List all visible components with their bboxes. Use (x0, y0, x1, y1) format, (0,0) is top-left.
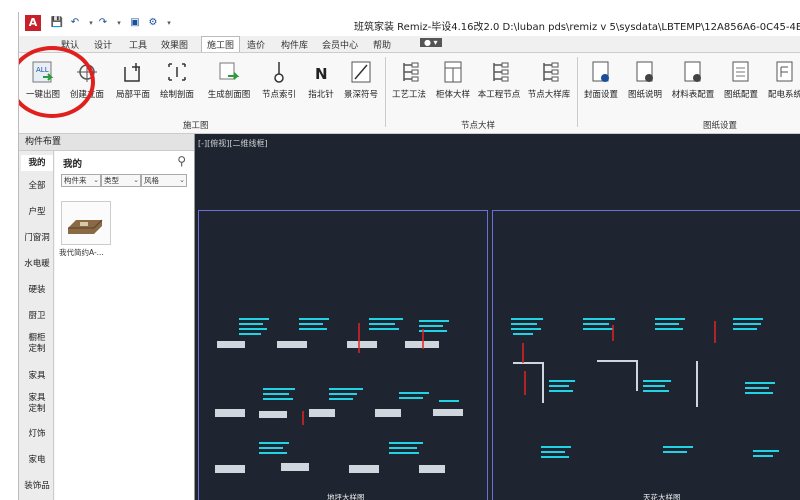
drawing-config-icon (732, 61, 749, 82)
tab-render[interactable]: 效果图 (161, 38, 188, 51)
category-mep[interactable]: 水电暖 (21, 259, 53, 270)
cabinet-detail-icon (444, 61, 462, 83)
undo-icon[interactable]: ↶ (67, 16, 83, 30)
node-index-button[interactable]: 节点索引 (257, 57, 301, 107)
redo-dropdown-icon[interactable]: ▾ (111, 16, 127, 30)
quick-access-dropdown-icon[interactable]: ▾ (161, 16, 177, 30)
search-icon[interactable]: ⚲ (177, 154, 186, 168)
node-detail-library-button[interactable]: 节点大样库 (523, 57, 575, 107)
group-label-construction: 施工图 (183, 121, 209, 131)
chevron-down-icon: ⌄ (93, 176, 99, 184)
process-method-icon (403, 62, 419, 82)
filter-style-select[interactable]: 风格 ⌄ (141, 174, 187, 187)
redo-icon[interactable]: ↷ (95, 16, 111, 30)
drawing-config-button[interactable]: 图纸配置 (719, 57, 763, 107)
palette-title: 构件布置 (19, 134, 194, 151)
tab-tools[interactable]: 工具 (129, 38, 147, 51)
group-label-drawing-settings: 图纸设置 (703, 121, 738, 131)
drawing-notes-icon (636, 61, 653, 82)
category-hard-decor[interactable]: 硬装 (21, 285, 53, 296)
filter-bar: 构件来 ⌄ 类型 ⌄ 风格 ⌄ (61, 174, 187, 187)
category-appliances[interactable]: 家电 (21, 455, 53, 466)
draw-section-icon (168, 63, 186, 81)
chevron-down-icon: ⌄ (179, 176, 185, 184)
material-table-config-icon (684, 61, 701, 82)
tab-design[interactable]: 设计 (94, 38, 112, 51)
save-icon[interactable]: 💾 (49, 16, 65, 30)
north-arrow-button[interactable]: N 指北针 (299, 57, 343, 107)
tab-member-center[interactable]: 会员中心 (322, 38, 358, 51)
window-title: 班筑家装 Remiz-毕设4.16改2.0 D:\luban pds\remiz… (354, 22, 800, 33)
category-doors-windows[interactable]: 门窗洞 (21, 233, 53, 244)
depth-symbol-button[interactable]: 景深符号 (339, 57, 383, 107)
generate-section-drawing-icon (219, 62, 240, 80)
ceiling-detail-drawings (511, 318, 779, 458)
app-window: A 💾 ↶ ▾ ↷ ▾ ▣ ⚙ ▾ 班筑家装 Remiz-毕设4.16改2.0 … (18, 12, 800, 500)
cover-settings-icon (592, 61, 609, 82)
palette-content: 我的 ⚲ 构件来 ⌄ 类型 ⌄ 风格 ⌄ 我代简约A-... (55, 151, 194, 500)
category-lighting[interactable]: 灯饰 (21, 429, 53, 440)
category-decorations[interactable]: 装饰品 (21, 481, 53, 492)
component-name: 我代简约A-... (59, 248, 104, 257)
sheet-caption-floor: 地坪大样图 (327, 493, 365, 500)
ribbon-tabs: 默认 设计 工具 效果图 施工图 造价 构件库 会员中心 帮助 ● ▾ (19, 36, 800, 53)
tab-help[interactable]: 帮助 (373, 38, 391, 51)
ribbon-toggle-icon[interactable]: ● ▾ (420, 38, 442, 47)
category-custom-furniture[interactable]: 家具定制 (26, 393, 48, 415)
node-index-icon (274, 62, 284, 83)
svg-text:N: N (315, 65, 328, 83)
project-node-icon (493, 62, 509, 82)
settings-icon[interactable]: ⚙ (145, 16, 161, 30)
drawing-canvas[interactable]: [-][俯视][二维线框] 地坪大样图 天花大样图 (195, 134, 800, 500)
category-kitchen-bath[interactable]: 厨卫 (21, 311, 53, 322)
power-distribution-icon (776, 61, 793, 82)
filter-type-select[interactable]: 类型 ⌄ (101, 174, 141, 187)
process-method-button[interactable]: 工艺工法 (387, 57, 431, 107)
local-plan-icon (124, 63, 140, 82)
drawing-sheet-ceiling[interactable]: 天花大样图 (492, 210, 800, 500)
category-floorplan[interactable]: 户型 (21, 207, 53, 218)
category-all[interactable]: 全部 (21, 181, 53, 192)
chevron-down-icon: ⌄ (133, 176, 139, 184)
north-arrow-icon: N (315, 65, 328, 83)
category-mine[interactable]: 我的 (21, 155, 53, 171)
title-bar: A 💾 ↶ ▾ ↷ ▾ ▣ ⚙ ▾ 班筑家装 Remiz-毕设4.16改2.0 … (19, 12, 800, 37)
tab-construction[interactable]: 施工图 (201, 36, 241, 53)
material-table-config-button[interactable]: 材料表配置 (667, 57, 719, 107)
draw-section-button[interactable]: 绘制剖面 (155, 57, 199, 107)
viewport-label[interactable]: [-][俯视][二维线框] (198, 138, 268, 149)
component-palette: 构件布置 我的 全部 户型 门窗洞 水电暖 硬装 厨卫 橱柜定制 家具 家具定制… (19, 134, 195, 500)
cabinet-detail-button[interactable]: 柜体大样 (431, 57, 475, 107)
drawing-notes-button[interactable]: 图纸说明 (623, 57, 667, 107)
component-preview-image (68, 219, 103, 234)
ribbon-panel: ALL 一键出图 创建立面 局部平面 绘制剖面 生成剖面图 节点索引 N 指北针… (19, 52, 800, 134)
section-title: 我的 (63, 159, 83, 170)
component-thumbnail[interactable] (61, 201, 111, 245)
node-detail-library-icon (543, 62, 559, 82)
category-list: 我的 全部 户型 门窗洞 水电暖 硬装 厨卫 橱柜定制 家具 家具定制 灯饰 家… (19, 151, 54, 500)
floor-detail-drawings (215, 318, 463, 473)
power-distribution-button[interactable]: 配电系统 (763, 57, 800, 107)
depth-symbol-icon (351, 61, 371, 83)
tab-component-library[interactable]: 构件库 (281, 38, 308, 51)
drawing-sheet-floor[interactable]: 地坪大样图 (198, 210, 488, 500)
tab-cost[interactable]: 造价 (247, 38, 265, 51)
app-logo[interactable]: A (25, 15, 41, 31)
category-furniture[interactable]: 家具 (21, 371, 53, 382)
cover-settings-button[interactable]: 封面设置 (579, 57, 623, 107)
generate-section-drawing-button[interactable]: 生成剖面图 (203, 57, 255, 107)
sheet-caption-ceiling: 天花大样图 (643, 493, 681, 500)
group-label-node-detail: 节点大样 (461, 121, 496, 131)
category-custom-cabinet[interactable]: 橱柜定制 (26, 333, 48, 355)
project-node-button[interactable]: 本工程节点 (473, 57, 525, 107)
local-plan-button[interactable]: 局部平面 (111, 57, 155, 107)
print-icon[interactable]: ▣ (127, 16, 143, 30)
filter-source-select[interactable]: 构件来 ⌄ (61, 174, 101, 187)
